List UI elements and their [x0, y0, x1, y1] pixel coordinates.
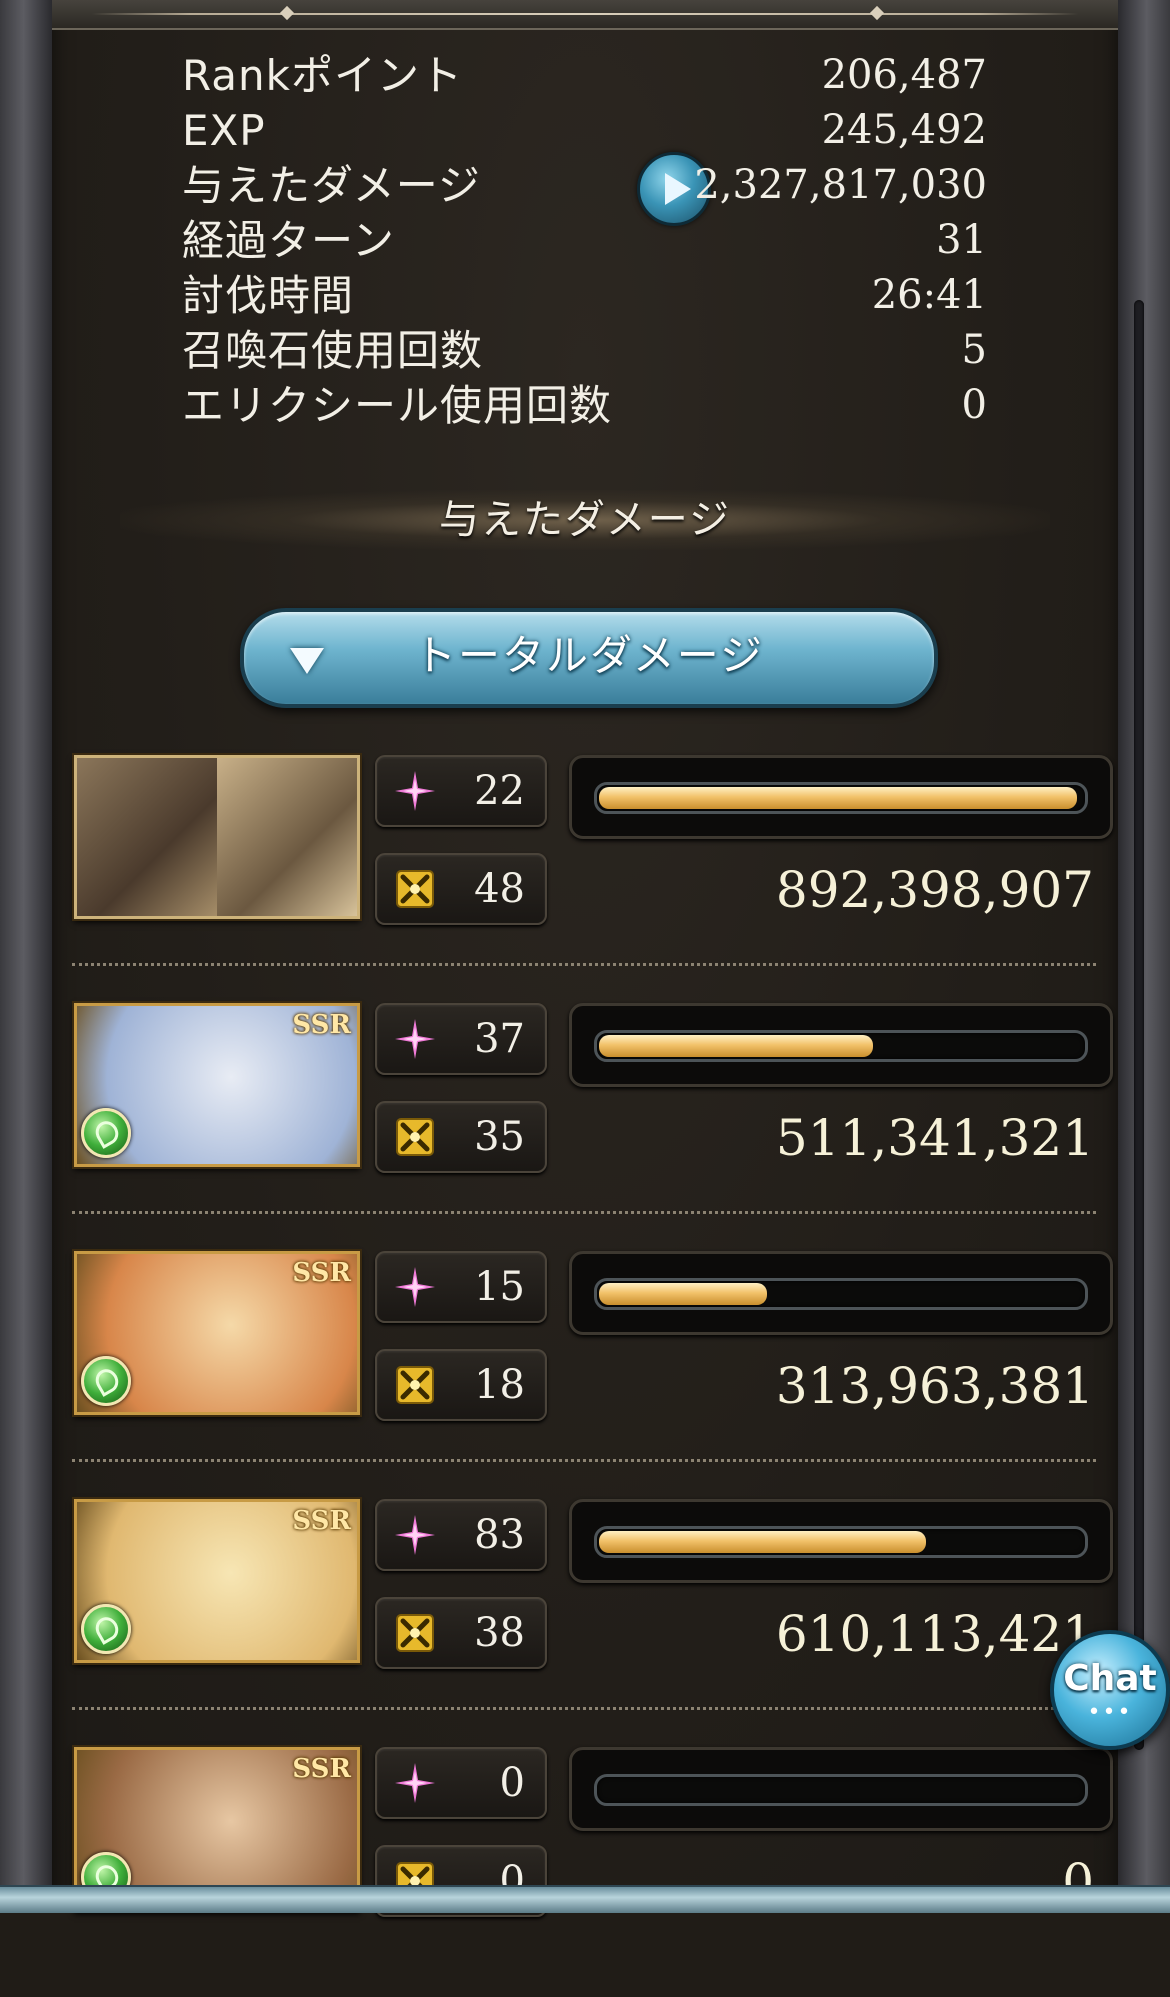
stat-elixir-uses: エリクシール使用回数 0: [182, 378, 987, 433]
ougi-count: 18: [474, 1362, 525, 1408]
stat-value: 2,327,817,030: [694, 162, 987, 208]
stat-damage: 与えたダメージ 2,327,817,030: [182, 152, 987, 226]
ability-count-box: 15: [375, 1251, 547, 1323]
battle-stats: Rankポイント 206,487 EXP 245,492 与えたダメージ 2,3…: [182, 48, 987, 433]
scrollbar[interactable]: [1134, 300, 1144, 1750]
damage-bar-track: [594, 1774, 1088, 1806]
ability-star-icon: [393, 769, 437, 813]
ougi-icon: [393, 1611, 437, 1655]
ability-count: 22: [474, 768, 525, 814]
damage-row: SSR 15 18 313,963,381: [72, 1251, 1113, 1501]
damage-row: SSR 0 0 0: [72, 1747, 1113, 1997]
stat-label: EXP: [182, 106, 266, 155]
damage-value: 313,963,381: [775, 1357, 1094, 1415]
ougi-count: 35: [474, 1114, 525, 1160]
stat-exp: EXP 245,492: [182, 103, 987, 158]
damage-bar-track: [594, 1526, 1088, 1558]
stat-label: 討伐時間: [182, 271, 355, 320]
stat-rank-points: Rankポイント 206,487: [182, 48, 987, 103]
ability-star-icon: [393, 1761, 437, 1805]
ability-count: 15: [474, 1264, 525, 1310]
stat-value: 0: [961, 382, 987, 428]
stat-summon-uses: 召喚石使用回数 5: [182, 323, 987, 378]
damage-value: 511,341,321: [775, 1109, 1094, 1167]
ability-count: 83: [474, 1512, 525, 1558]
stat-turns: 経過ターン 31: [182, 213, 987, 268]
damage-row: 22 48 892,398,907: [72, 755, 1113, 1005]
ability-star-icon: [393, 1513, 437, 1557]
damage-bar-track: [594, 782, 1088, 814]
left-frame: [0, 0, 52, 1913]
ability-count-box: 0: [375, 1747, 547, 1819]
wind-element-icon: [81, 1356, 131, 1406]
ability-count-box: 37: [375, 1003, 547, 1075]
ability-count-box: 22: [375, 755, 547, 827]
stat-value: 26:41: [871, 272, 987, 318]
damage-value: 892,398,907: [775, 861, 1094, 919]
stat-value: 206,487: [821, 52, 987, 98]
damage-bar: [569, 1747, 1113, 1831]
ability-star-icon: [393, 1265, 437, 1309]
bottom-nav-bar[interactable]: [0, 1885, 1170, 1913]
section-title: 与えたダメージ: [120, 490, 1050, 550]
stat-value: 5: [961, 327, 987, 373]
ougi-count-box: 18: [375, 1349, 547, 1421]
stat-value: 31: [936, 217, 987, 263]
stat-label: Rankポイント: [182, 51, 463, 100]
row-divider: [72, 1707, 1096, 1710]
chat-dots: •••: [1087, 1700, 1133, 1725]
damage-bar: [569, 1499, 1113, 1583]
character-portrait[interactable]: SSR: [74, 1499, 360, 1663]
ability-count: 37: [474, 1016, 525, 1062]
damage-bar-track: [594, 1030, 1088, 1062]
main-character-portrait[interactable]: [74, 755, 360, 919]
ougi-count-box: 35: [375, 1101, 547, 1173]
damage-bar: [569, 1003, 1113, 1087]
dropdown-label: トータルダメージ: [414, 631, 764, 680]
ssr-badge: SSR: [292, 1258, 351, 1288]
ssr-badge: SSR: [292, 1506, 351, 1536]
damage-bar-track: [594, 1278, 1088, 1310]
chat-label: Chat: [1063, 1658, 1157, 1699]
damage-row: SSR 37 35 511,341,321: [72, 1003, 1113, 1253]
ougi-icon: [393, 1363, 437, 1407]
chat-button[interactable]: Chat •••: [1050, 1630, 1170, 1750]
damage-bar-fill: [599, 787, 1077, 809]
ougi-count-box: 38: [375, 1597, 547, 1669]
damage-bar: [569, 1251, 1113, 1335]
damage-row: SSR 83 38 610,113,421: [72, 1499, 1113, 1749]
stat-label: エリクシール使用回数: [182, 381, 613, 430]
damage-bar-fill: [599, 1531, 926, 1553]
wind-element-icon: [81, 1108, 131, 1158]
ability-count-box: 83: [375, 1499, 547, 1571]
top-ornament: [52, 0, 1118, 30]
character-portrait[interactable]: SSR: [74, 1251, 360, 1415]
ougi-count: 48: [474, 866, 525, 912]
damage-type-dropdown[interactable]: トータルダメージ: [240, 608, 938, 708]
wind-element-icon: [81, 1604, 131, 1654]
ougi-count: 38: [474, 1610, 525, 1656]
damage-bar-fill: [599, 1035, 873, 1057]
stat-time: 討伐時間 26:41: [182, 268, 987, 323]
damage-bar: [569, 755, 1113, 839]
ougi-icon: [393, 1115, 437, 1159]
ougi-count-box: 48: [375, 853, 547, 925]
ability-star-icon: [393, 1017, 437, 1061]
stat-label: 経過ターン: [182, 216, 395, 265]
right-frame: [1118, 0, 1170, 1913]
stat-label: 召喚石使用回数: [182, 326, 484, 375]
damage-value: 610,113,421: [775, 1605, 1094, 1663]
row-divider: [72, 1459, 1096, 1462]
character-portrait[interactable]: SSR: [74, 1003, 360, 1167]
ability-count: 0: [499, 1760, 525, 1806]
row-divider: [72, 963, 1096, 966]
play-icon: [665, 173, 691, 205]
stat-value: 245,492: [821, 107, 987, 153]
ougi-icon: [393, 867, 437, 911]
ssr-badge: SSR: [292, 1754, 351, 1784]
stat-label: 与えたダメージ: [182, 161, 481, 210]
ssr-badge: SSR: [292, 1010, 351, 1040]
damage-bar-fill: [599, 1283, 767, 1305]
row-divider: [72, 1211, 1096, 1214]
